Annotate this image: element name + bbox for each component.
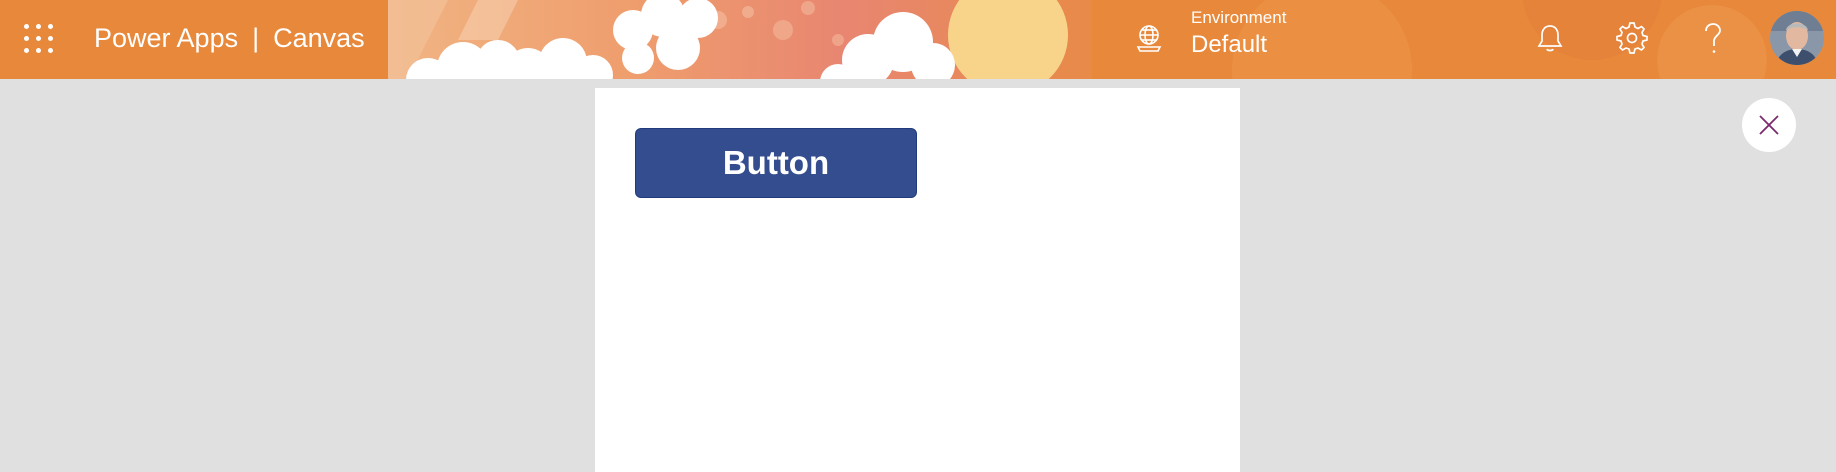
section-name: Canvas xyxy=(273,23,365,53)
close-button[interactable] xyxy=(1742,98,1796,152)
bell-icon[interactable] xyxy=(1532,20,1568,56)
canvas-button[interactable]: Button xyxy=(635,128,917,198)
app-title[interactable]: Power Apps | Canvas xyxy=(94,0,365,79)
title-separator: | xyxy=(252,23,260,53)
environment-value: Default xyxy=(1191,31,1268,58)
help-icon[interactable] xyxy=(1695,20,1731,56)
environment-label: Environment xyxy=(1191,8,1287,27)
header-banner-decoration xyxy=(388,0,1092,79)
top-bar: Power Apps | Canvas Environment Default xyxy=(0,0,1836,79)
environment-picker[interactable]: Environment Default xyxy=(1191,8,1286,60)
app-launcher-icon[interactable] xyxy=(22,22,56,56)
gear-icon[interactable] xyxy=(1614,20,1650,56)
app-canvas: Button xyxy=(595,88,1240,472)
globe-icon[interactable] xyxy=(1133,22,1165,54)
avatar[interactable] xyxy=(1770,11,1824,65)
app-name: Power Apps xyxy=(94,23,239,53)
close-icon xyxy=(1759,115,1779,135)
